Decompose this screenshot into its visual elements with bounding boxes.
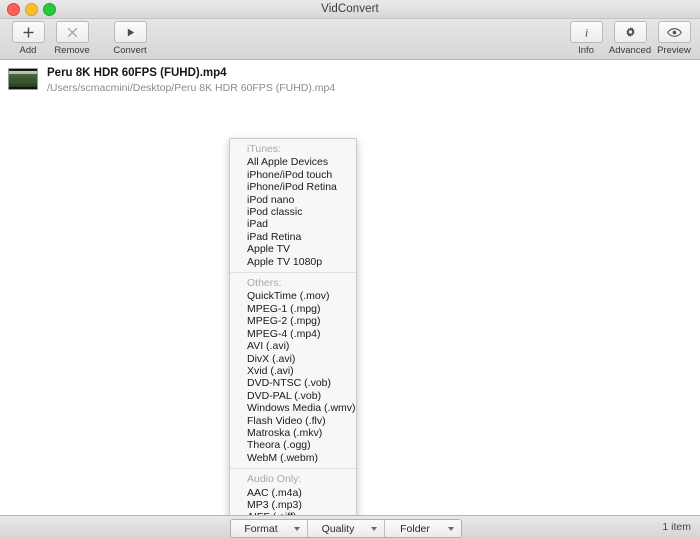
format-popup-menu[interactable]: iTunes: All Apple Devices iPhone/iPod to… bbox=[229, 138, 357, 515]
menu-item-mpeg-4[interactable]: MPEG-4 (.mp4) bbox=[230, 328, 356, 340]
preview-button-face bbox=[657, 21, 691, 43]
window-title: VidConvert bbox=[321, 3, 379, 15]
toolbar-group-left: Add Remove bbox=[6, 21, 94, 56]
menu-header-itunes: iTunes: bbox=[247, 143, 282, 155]
info-icon: i bbox=[584, 26, 587, 40]
title-bar: VidConvert bbox=[0, 0, 700, 19]
menu-header-audio-only: Audio Only: bbox=[247, 473, 302, 486]
video-thumbnail bbox=[8, 68, 38, 90]
menu-item-aiff[interactable]: AIFF (.aiff) bbox=[230, 511, 356, 515]
menu-item-mp3[interactable]: MP3 (.mp3) bbox=[230, 499, 356, 511]
plus-icon bbox=[23, 27, 33, 37]
file-list-row[interactable]: Peru 8K HDR 60FPS (FUHD).mp4 /Users/scma… bbox=[0, 60, 700, 100]
app-window: VidConvert Add Remove Convert i Info Adv… bbox=[0, 0, 700, 538]
menu-separator-2 bbox=[230, 468, 356, 470]
menu-item-apple-tv[interactable]: Apple TV bbox=[230, 243, 356, 255]
file-path: /Users/scmacmini/Desktop/Peru 8K HDR 60F… bbox=[47, 82, 336, 94]
menu-section-itunes: iTunes: All Apple Devices iPhone/iPod to… bbox=[230, 142, 356, 268]
file-list[interactable]: Peru 8K HDR 60FPS (FUHD).mp4 /Users/scma… bbox=[0, 60, 700, 515]
add-button-face bbox=[11, 21, 45, 43]
preview-button[interactable]: Preview bbox=[652, 21, 696, 56]
info-button-label: Info bbox=[578, 45, 594, 56]
quality-popup-button[interactable]: Quality bbox=[307, 520, 384, 537]
format-popup-label: Format bbox=[244, 522, 278, 535]
eye-icon bbox=[666, 27, 682, 37]
bottom-bar: Format Quality Folder 1 item bbox=[0, 515, 700, 538]
menu-item-mpeg-1[interactable]: MPEG-1 (.mpg) bbox=[230, 303, 356, 315]
svg-text:i: i bbox=[584, 26, 587, 40]
zoom-button[interactable] bbox=[43, 2, 56, 16]
menu-item-matroska[interactable]: Matroska (.mkv) bbox=[230, 427, 356, 439]
quality-popup-label: Quality bbox=[321, 522, 355, 535]
menu-item-ipod-classic[interactable]: iPod classic bbox=[230, 206, 356, 218]
menu-item-webm[interactable]: WebM (.webm) bbox=[230, 452, 356, 464]
toolbar-group-right: i Info Advanced Preview bbox=[564, 21, 696, 56]
menu-separator-1 bbox=[230, 272, 356, 274]
minimize-button[interactable] bbox=[25, 2, 38, 16]
menu-item-iphone-ipod-touch[interactable]: iPhone/iPod touch bbox=[230, 169, 356, 181]
close-x-icon bbox=[67, 27, 77, 37]
menu-item-flash-video[interactable]: Flash Video (.flv) bbox=[230, 415, 356, 427]
menu-item-theora[interactable]: Theora (.ogg) bbox=[230, 439, 356, 451]
menu-item-windows-media[interactable]: Windows Media (.wmv) bbox=[230, 402, 356, 414]
convert-button[interactable]: Convert bbox=[108, 21, 152, 56]
file-row-text: Peru 8K HDR 60FPS (FUHD).mp4 /Users/scma… bbox=[47, 66, 335, 95]
remove-button[interactable]: Remove bbox=[50, 21, 94, 56]
menu-item-ipad-retina[interactable]: iPad Retina bbox=[230, 231, 356, 243]
gear-icon bbox=[625, 26, 635, 37]
convert-button-face bbox=[113, 21, 147, 43]
toolbar: Add Remove Convert i Info Advanced Previ… bbox=[0, 19, 700, 60]
folder-popup-button[interactable]: Folder bbox=[384, 520, 461, 537]
menu-item-apple-tv-1080p[interactable]: Apple TV 1080p bbox=[230, 256, 356, 268]
play-icon bbox=[127, 28, 134, 36]
menu-item-ipod-nano[interactable]: iPod nano bbox=[230, 194, 356, 206]
menu-item-aac[interactable]: AAC (.m4a) bbox=[230, 487, 356, 499]
chevron-down-icon bbox=[294, 526, 300, 531]
popup-button-group: Format Quality Folder bbox=[230, 519, 462, 538]
convert-button-label: Convert bbox=[113, 45, 147, 56]
advanced-button-label: Advanced bbox=[608, 45, 652, 56]
menu-item-dvd-pal[interactable]: DVD-PAL (.vob) bbox=[230, 390, 356, 402]
preview-button-label: Preview bbox=[657, 45, 691, 56]
remove-button-face bbox=[55, 21, 89, 43]
chevron-down-icon bbox=[371, 526, 377, 531]
add-button-label: Add bbox=[19, 45, 37, 56]
menu-item-divx[interactable]: DivX (.avi) bbox=[230, 353, 356, 365]
menu-item-xvid[interactable]: Xvid (.avi) bbox=[230, 365, 356, 377]
folder-popup-label: Folder bbox=[400, 522, 430, 535]
menu-section-audio-only: Audio Only: AAC (.m4a) MP3 (.mp3) AIFF (… bbox=[230, 472, 356, 515]
menu-section-others: Others: QuickTime (.mov) MPEG-1 (.mpg) M… bbox=[230, 276, 356, 464]
menu-item-quicktime[interactable]: QuickTime (.mov) bbox=[230, 290, 356, 302]
add-button[interactable]: Add bbox=[6, 21, 50, 56]
file-name: Peru 8K HDR 60FPS (FUHD).mp4 bbox=[47, 67, 227, 79]
menu-item-ipad[interactable]: iPad bbox=[230, 218, 356, 230]
remove-button-label: Remove bbox=[54, 45, 90, 56]
chevron-down-icon bbox=[448, 526, 454, 531]
format-popup-button[interactable]: Format bbox=[231, 520, 307, 537]
advanced-button-face bbox=[613, 21, 647, 43]
menu-header-others: Others: bbox=[247, 277, 282, 290]
menu-item-dvd-ntsc[interactable]: DVD-NTSC (.vob) bbox=[230, 377, 356, 389]
item-count: 1 item bbox=[662, 521, 691, 533]
close-button[interactable] bbox=[7, 2, 20, 16]
advanced-button[interactable]: Advanced bbox=[608, 21, 652, 56]
info-button-face: i bbox=[569, 21, 603, 43]
menu-item-iphone-ipod-retina[interactable]: iPhone/iPod Retina bbox=[230, 181, 356, 193]
toolbar-group-middle: Convert bbox=[108, 21, 152, 56]
info-button[interactable]: i Info bbox=[564, 21, 608, 56]
window-controls bbox=[7, 0, 56, 18]
menu-item-avi[interactable]: AVI (.avi) bbox=[230, 340, 356, 352]
menu-item-all-apple-devices[interactable]: All Apple Devices bbox=[230, 156, 356, 168]
menu-item-mpeg-2[interactable]: MPEG-2 (.mpg) bbox=[230, 315, 356, 327]
